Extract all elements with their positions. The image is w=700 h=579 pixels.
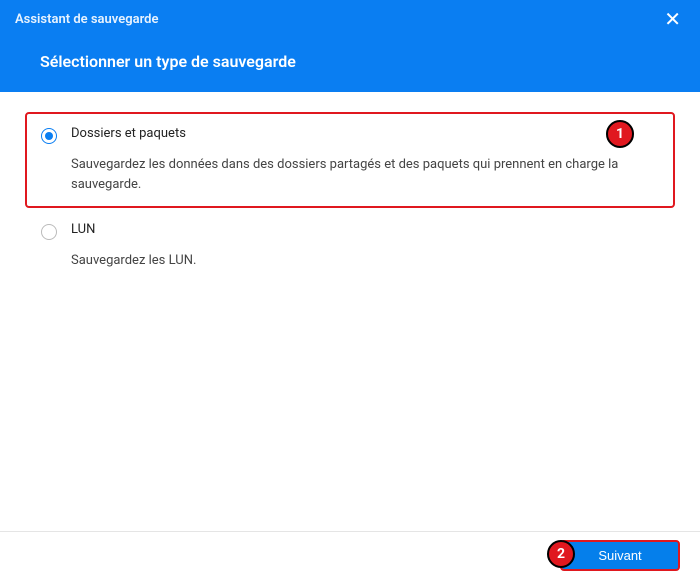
option-label: Dossiers et paquets (71, 126, 659, 141)
annotation-step-2: 2 (547, 540, 575, 568)
titlebar: Assistant de sauvegarde ✕ (0, 0, 700, 38)
option-body: Dossiers et paquets Sauvegardez les donn… (71, 126, 659, 194)
option-lun[interactable]: LUN Sauvegardez les LUN. (25, 208, 675, 285)
wizard-header: Assistant de sauvegarde ✕ Sélectionner u… (0, 0, 700, 92)
annotation-step-1: 1 (606, 120, 634, 148)
wizard-footer: Suivant (0, 531, 700, 579)
subtitle-row: Sélectionner un type de sauvegarde (0, 38, 700, 71)
window-title: Assistant de sauvegarde (15, 12, 158, 27)
wizard-step-title: Sélectionner un type de sauvegarde (40, 52, 660, 71)
next-button[interactable]: Suivant (560, 540, 680, 571)
radio-folders-packages[interactable] (41, 128, 57, 144)
wizard-content: Dossiers et paquets Sauvegardez les donn… (0, 92, 700, 285)
option-folders-packages[interactable]: Dossiers et paquets Sauvegardez les donn… (25, 112, 675, 208)
option-body: LUN Sauvegardez les LUN. (71, 222, 659, 271)
close-icon[interactable]: ✕ (660, 9, 685, 29)
option-description: Sauvegardez les LUN. (71, 251, 659, 271)
option-label: LUN (71, 222, 659, 237)
radio-lun[interactable] (41, 224, 57, 240)
option-description: Sauvegardez les données dans des dossier… (71, 155, 659, 194)
